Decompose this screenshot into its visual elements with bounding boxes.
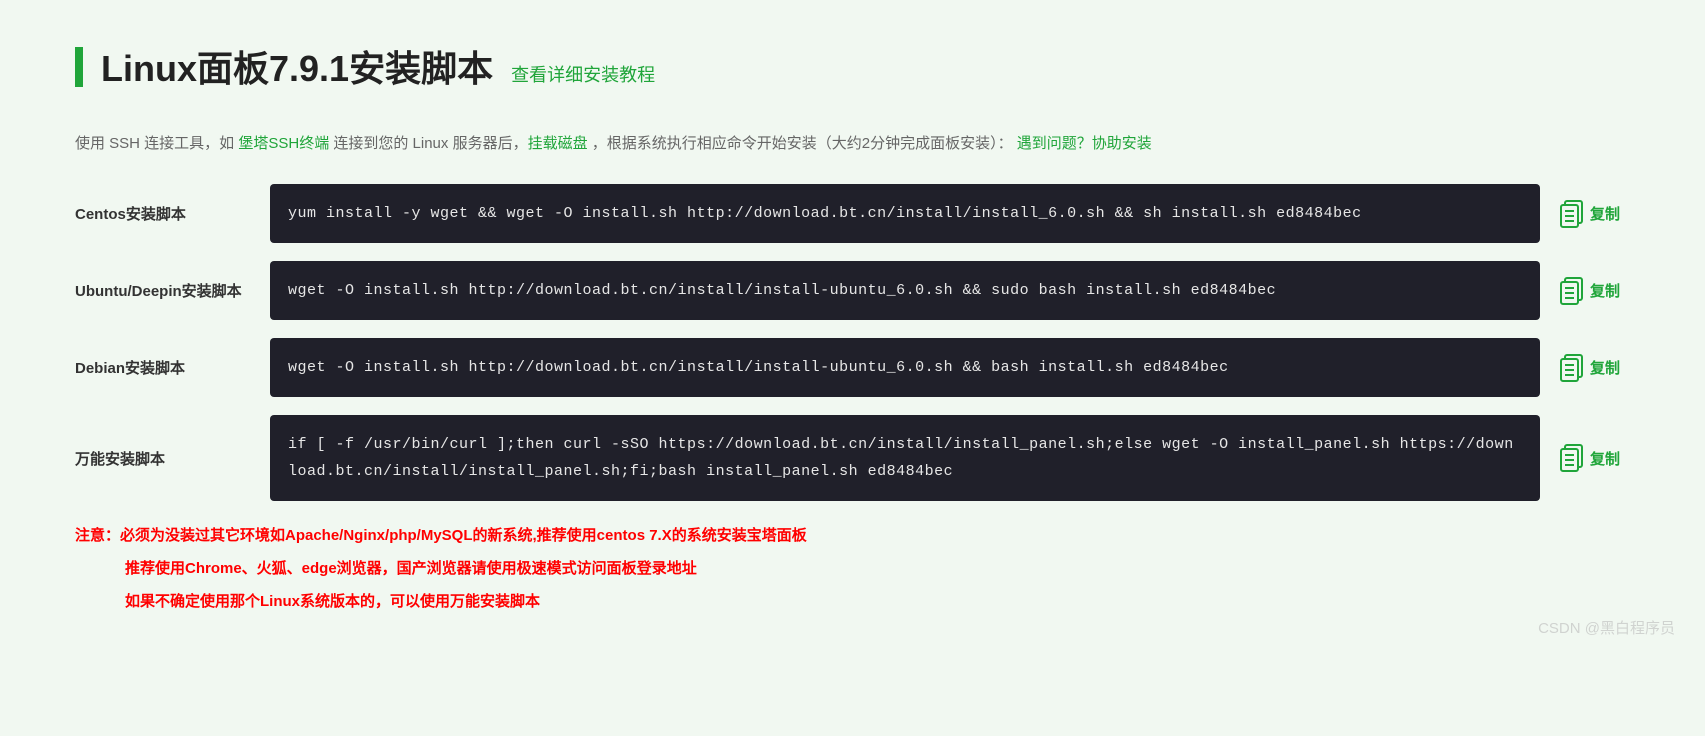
note-line-3: 如果不确定使用那个Linux系统版本的，可以使用万能安装脚本 xyxy=(75,585,1630,618)
copy-icon xyxy=(1560,444,1584,472)
script-label: Centos安装脚本 xyxy=(75,184,270,243)
copy-label: 复制 xyxy=(1590,357,1620,378)
copy-button[interactable]: 复制 xyxy=(1550,261,1630,320)
tutorial-link[interactable]: 查看详细安装教程 xyxy=(511,61,655,87)
script-label: Debian安装脚本 xyxy=(75,338,270,397)
ssh-terminal-link[interactable]: 堡塔SSH终端 xyxy=(238,135,329,152)
page-header: Linux面板7.9.1安装脚本 查看详细安装教程 xyxy=(75,40,1630,92)
page-title: Linux面板7.9.1安装脚本 xyxy=(101,40,493,92)
code-box[interactable]: yum install -y wget && wget -O install.s… xyxy=(270,184,1540,243)
copy-icon xyxy=(1560,200,1584,228)
intro-text-1: 使用 SSH 连接工具，如 xyxy=(75,135,238,152)
script-row-debian: Debian安装脚本 wget -O install.sh http://dow… xyxy=(75,338,1630,397)
title-accent-bar xyxy=(75,47,83,87)
code-box[interactable]: if [ -f /usr/bin/curl ];then curl -sSO h… xyxy=(270,415,1540,501)
copy-button[interactable]: 复制 xyxy=(1550,338,1630,397)
mount-disk-link[interactable]: 挂载磁盘 xyxy=(528,135,588,152)
intro-text-2: 连接到您的 Linux 服务器后， xyxy=(329,135,527,152)
intro-text-3: ，根据系统执行相应命令开始安装（大约2分钟完成面板安装）： xyxy=(588,135,1013,152)
intro-text: 使用 SSH 连接工具，如 堡塔SSH终端 连接到您的 Linux 服务器后，挂… xyxy=(75,132,1630,156)
script-label: 万能安装脚本 xyxy=(75,415,270,501)
code-box[interactable]: wget -O install.sh http://download.bt.cn… xyxy=(270,261,1540,320)
script-row-universal: 万能安装脚本 if [ -f /usr/bin/curl ];then curl… xyxy=(75,415,1630,501)
code-box[interactable]: wget -O install.sh http://download.bt.cn… xyxy=(270,338,1540,397)
watermark: CSDN @黑白程序员 xyxy=(1538,617,1675,638)
note-line-2: 推荐使用Chrome、火狐、edge浏览器，国产浏览器请使用极速模式访问面板登录… xyxy=(75,552,1630,585)
copy-label: 复制 xyxy=(1590,280,1620,301)
script-row-centos: Centos安装脚本 yum install -y wget && wget -… xyxy=(75,184,1630,243)
note-line-1: 注意：必须为没装过其它环境如Apache/Nginx/php/MySQL的新系统… xyxy=(75,519,1630,552)
script-row-ubuntu: Ubuntu/Deepin安装脚本 wget -O install.sh htt… xyxy=(75,261,1630,320)
script-label: Ubuntu/Deepin安装脚本 xyxy=(75,261,270,320)
help-link[interactable]: 遇到问题？协助安装 xyxy=(1017,135,1152,152)
copy-icon xyxy=(1560,277,1584,305)
copy-label: 复制 xyxy=(1590,448,1620,469)
notes-section: 注意：必须为没装过其它环境如Apache/Nginx/php/MySQL的新系统… xyxy=(75,519,1630,618)
copy-icon xyxy=(1560,354,1584,382)
copy-label: 复制 xyxy=(1590,203,1620,224)
copy-button[interactable]: 复制 xyxy=(1550,415,1630,501)
copy-button[interactable]: 复制 xyxy=(1550,184,1630,243)
